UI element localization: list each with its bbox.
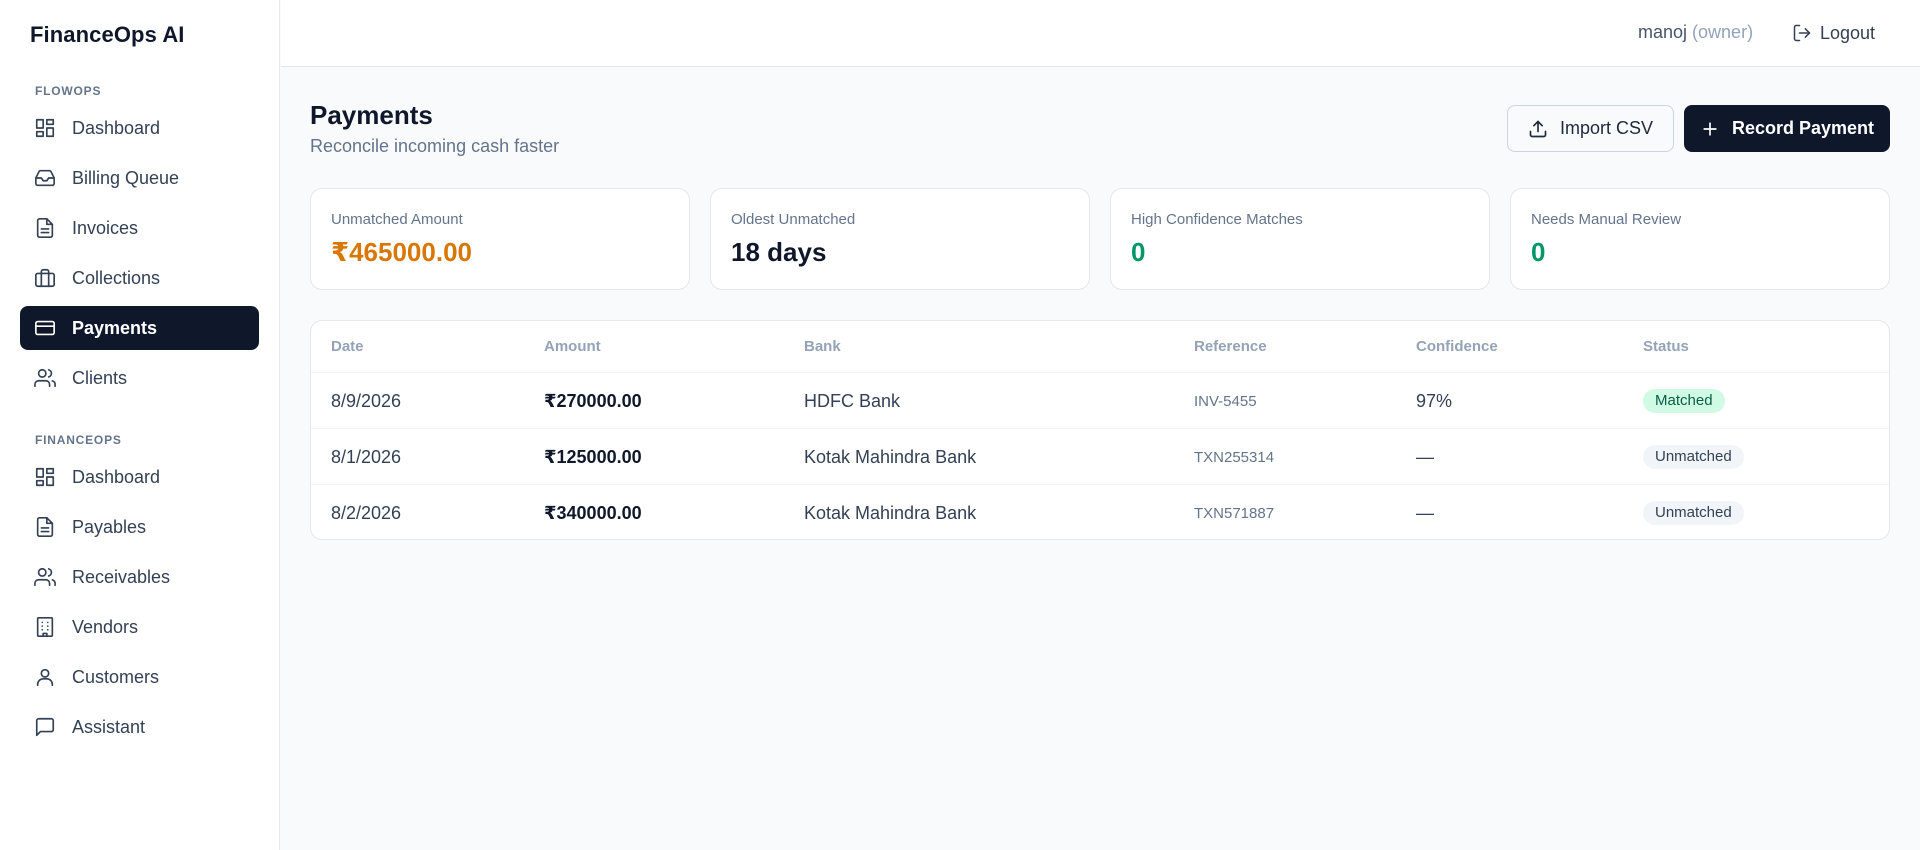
logout-label: Logout bbox=[1820, 22, 1876, 43]
sidebar-item-finance-dashboard[interactable]: Dashboard bbox=[20, 455, 259, 499]
sidebar-item-label: Dashboard bbox=[72, 466, 161, 487]
sidebar-item-receivables[interactable]: Receivables bbox=[20, 555, 259, 599]
file-icon bbox=[34, 516, 56, 538]
stat-value: 18 days bbox=[731, 237, 827, 267]
cell-amount: ₹340000.00 bbox=[544, 502, 642, 523]
cell-date: 8/9/2026 bbox=[331, 390, 402, 411]
cell-bank: HDFC Bank bbox=[804, 390, 901, 411]
plus-icon bbox=[1703, 121, 1717, 136]
sidebar-item-customers[interactable]: Customers bbox=[20, 655, 259, 699]
import-csv-button[interactable]: Import CSV bbox=[1507, 105, 1674, 152]
credit-card-icon bbox=[34, 317, 56, 339]
sidebar: FinanceOps AI FLOWOPS Dashboard Billing … bbox=[0, 0, 280, 850]
inbox-icon bbox=[34, 167, 56, 189]
sidebar-item-label: Billing Queue bbox=[72, 167, 180, 188]
page-subtitle: Reconcile incoming cash faster bbox=[310, 136, 560, 156]
status-badge: Matched bbox=[1643, 389, 1725, 413]
sidebar-item-label: Clients bbox=[72, 367, 128, 388]
cell-reference: INV-5455 bbox=[1194, 392, 1257, 410]
stat-label: High Confidence Matches bbox=[1131, 211, 1303, 228]
stat-label: Oldest Unmatched bbox=[731, 211, 856, 228]
column-header-date[interactable]: Date bbox=[331, 338, 364, 355]
sidebar-item-invoices[interactable]: Invoices bbox=[20, 206, 259, 250]
status-badge: Unmatched bbox=[1643, 501, 1744, 525]
sidebar-item-label: Assistant bbox=[72, 716, 146, 737]
import-csv-label: Import CSV bbox=[1559, 118, 1654, 138]
column-header-amount[interactable]: Amount bbox=[544, 338, 601, 355]
brand-logo: FinanceOps AI bbox=[30, 22, 185, 47]
briefcase-icon bbox=[34, 267, 56, 289]
cell-confidence: — bbox=[1416, 446, 1434, 467]
cell-bank: Kotak Mahindra Bank bbox=[804, 502, 977, 523]
dashboard-icon bbox=[34, 117, 56, 139]
stat-card-high-confidence: High Confidence Matches 0 bbox=[1110, 188, 1490, 290]
cell-confidence: — bbox=[1416, 502, 1434, 523]
column-header-confidence[interactable]: Confidence bbox=[1416, 338, 1498, 355]
sidebar-item-assistant[interactable]: Assistant bbox=[20, 705, 259, 749]
user-role: (owner) bbox=[1692, 22, 1754, 42]
user-info: manoj (owner) bbox=[1638, 22, 1753, 43]
record-payment-button[interactable]: Record Payment bbox=[1684, 105, 1890, 152]
status-badge: Unmatched bbox=[1643, 445, 1744, 469]
sidebar-section-financeops: FINANCEOPS bbox=[35, 433, 122, 447]
stat-label: Unmatched Amount bbox=[331, 211, 463, 228]
logout-button[interactable]: Logout bbox=[1792, 20, 1875, 46]
upload-icon bbox=[1529, 120, 1547, 137]
message-icon bbox=[34, 716, 56, 738]
users-icon bbox=[34, 367, 56, 389]
table-row[interactable]: 8/9/2026 ₹270000.00 HDFC Bank INV-5455 9… bbox=[311, 372, 1889, 429]
stat-card-oldest-unmatched: Oldest Unmatched 18 days bbox=[710, 188, 1090, 290]
dashboard-icon bbox=[34, 466, 56, 488]
cell-status: Unmatched bbox=[1643, 485, 1744, 539]
sidebar-item-payments[interactable]: Payments bbox=[20, 306, 259, 350]
logout-icon bbox=[1793, 24, 1811, 42]
payments-table: Date Amount Bank Reference Confidence St… bbox=[310, 320, 1890, 540]
record-payment-label: Record Payment bbox=[1731, 118, 1875, 138]
cell-confidence: 97% bbox=[1416, 390, 1453, 411]
cell-date: 8/1/2026 bbox=[331, 446, 402, 467]
sidebar-item-collections[interactable]: Collections bbox=[20, 256, 259, 300]
cell-reference: TXN571887 bbox=[1194, 504, 1275, 522]
user-icon bbox=[34, 666, 56, 688]
users-icon bbox=[34, 566, 56, 588]
sidebar-item-clients[interactable]: Clients bbox=[20, 356, 259, 400]
cell-status: Matched bbox=[1643, 373, 1725, 429]
sidebar-item-label: Payables bbox=[72, 516, 147, 537]
sidebar-item-label: Dashboard bbox=[72, 117, 161, 138]
cell-amount: ₹270000.00 bbox=[544, 390, 642, 411]
file-icon bbox=[34, 217, 56, 239]
stat-card-unmatched-amount: Unmatched Amount ₹465000.00 bbox=[310, 188, 690, 290]
table-row[interactable]: 8/2/2026 ₹340000.00 Kotak Mahindra Bank … bbox=[311, 484, 1889, 539]
column-header-bank[interactable]: Bank bbox=[804, 338, 841, 355]
page-title: Payments bbox=[310, 100, 433, 130]
sidebar-item-billing-queue[interactable]: Billing Queue bbox=[20, 156, 259, 200]
sidebar-item-label: Collections bbox=[72, 267, 161, 288]
user-name: manoj bbox=[1638, 22, 1688, 42]
sidebar-section-flowops: FLOWOPS bbox=[35, 84, 102, 98]
sidebar-item-payables[interactable]: Payables bbox=[20, 505, 259, 549]
stat-value: ₹465000.00 bbox=[331, 237, 472, 267]
stat-value: 0 bbox=[1531, 237, 1546, 267]
cell-reference: TXN255314 bbox=[1194, 448, 1275, 466]
sidebar-item-label: Invoices bbox=[72, 217, 139, 238]
cell-date: 8/2/2026 bbox=[331, 502, 402, 523]
column-header-status[interactable]: Status bbox=[1643, 338, 1689, 355]
sidebar-item-vendors[interactable]: Vendors bbox=[20, 605, 259, 649]
sidebar-item-label: Customers bbox=[72, 666, 160, 687]
sidebar-item-label: Receivables bbox=[72, 566, 171, 587]
sidebar-item-label: Vendors bbox=[72, 616, 139, 637]
table-row[interactable]: 8/1/2026 ₹125000.00 Kotak Mahindra Bank … bbox=[311, 428, 1889, 485]
cell-bank: Kotak Mahindra Bank bbox=[804, 446, 977, 467]
sidebar-item-dashboard[interactable]: Dashboard bbox=[20, 106, 259, 150]
stat-label: Needs Manual Review bbox=[1531, 211, 1682, 228]
sidebar-item-label: Payments bbox=[72, 317, 158, 338]
building-icon bbox=[34, 616, 56, 638]
column-header-reference[interactable]: Reference bbox=[1194, 338, 1267, 355]
stat-value: 0 bbox=[1131, 237, 1146, 267]
cell-status: Unmatched bbox=[1643, 429, 1744, 485]
stat-card-manual-review: Needs Manual Review 0 bbox=[1510, 188, 1890, 290]
cell-amount: ₹125000.00 bbox=[544, 446, 642, 467]
